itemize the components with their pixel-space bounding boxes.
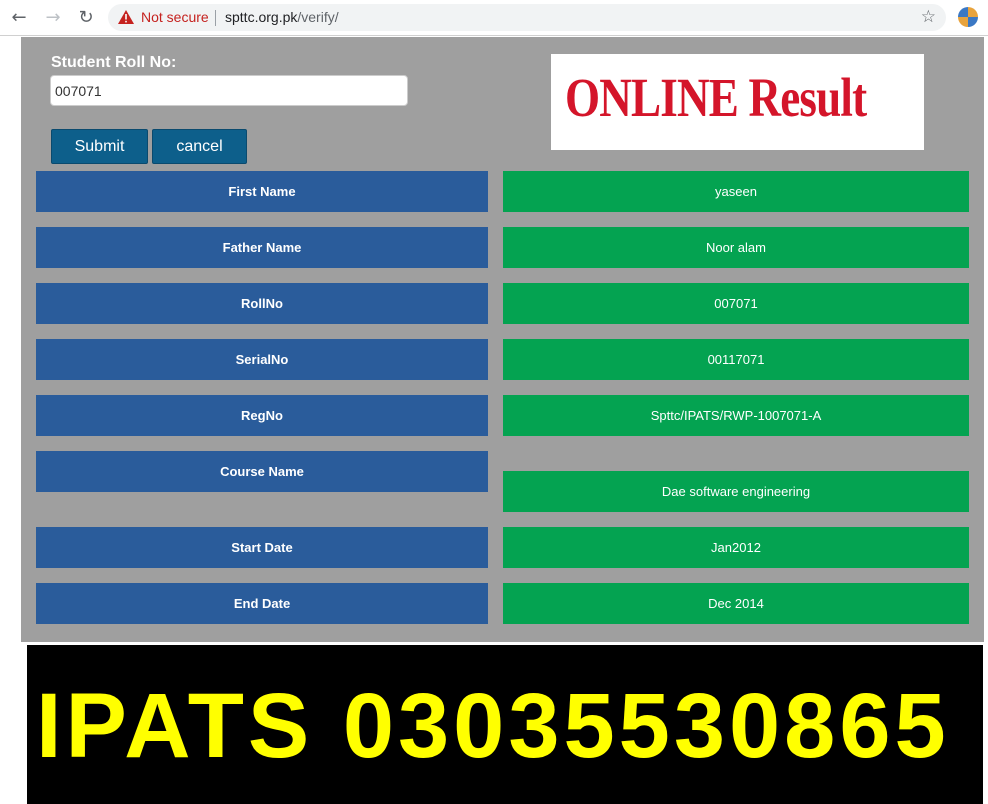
field-value: Spttc/IPATS/RWP-1007071-A (503, 395, 969, 436)
field-label: End Date (36, 583, 488, 624)
field-value: yaseen (503, 171, 969, 212)
ipats-contact-text: IPATS 03035530865 (36, 675, 950, 777)
security-status[interactable]: Not secure (141, 9, 209, 25)
field-value: Dec 2014 (503, 583, 969, 624)
roll-number-input[interactable] (50, 75, 408, 106)
ipats-contact-banner: IPATS 03035530865 (27, 645, 983, 804)
forward-arrow-icon[interactable]: → (42, 6, 64, 28)
roll-number-label: Student Roll No: (51, 54, 177, 71)
field-value: Noor alam (503, 227, 969, 268)
field-value: Dae software engineering (503, 471, 969, 512)
divider (35, 642, 406, 644)
banner-text: ONLINE Result (565, 67, 867, 128)
address-bar[interactable]: Not secure spttc.org.pk/verify/ ☆ (108, 4, 946, 31)
url-domain: spttc.org.pk (225, 9, 298, 25)
url-path: /verify/ (297, 9, 339, 25)
field-label: First Name (36, 171, 488, 212)
extension-icon[interactable] (958, 7, 978, 27)
url-text[interactable]: spttc.org.pk/verify/ (225, 9, 339, 25)
browser-toolbar: ← → ↻ Not secure spttc.org.pk/verify/ ☆ (0, 0, 988, 36)
reload-icon[interactable]: ↻ (75, 6, 97, 28)
cancel-button[interactable]: cancel (152, 129, 247, 164)
online-result-banner: ONLINE Result (551, 54, 924, 150)
warning-icon (118, 10, 134, 24)
field-value: Jan2012 (503, 527, 969, 568)
field-value: 00117071 (503, 339, 969, 380)
field-label: RegNo (36, 395, 488, 436)
field-label: SerialNo (36, 339, 488, 380)
bookmark-star-icon[interactable]: ☆ (921, 7, 936, 27)
field-label: Course Name (36, 451, 488, 492)
result-panel: Student Roll No: Submit cancel ONLINE Re… (21, 37, 984, 644)
field-label: RollNo (36, 283, 488, 324)
submit-button[interactable]: Submit (51, 129, 148, 164)
back-arrow-icon[interactable]: ← (8, 6, 30, 28)
field-label: Start Date (36, 527, 488, 568)
omnibox-separator (215, 10, 216, 26)
field-label: Father Name (36, 227, 488, 268)
field-value: 007071 (503, 283, 969, 324)
